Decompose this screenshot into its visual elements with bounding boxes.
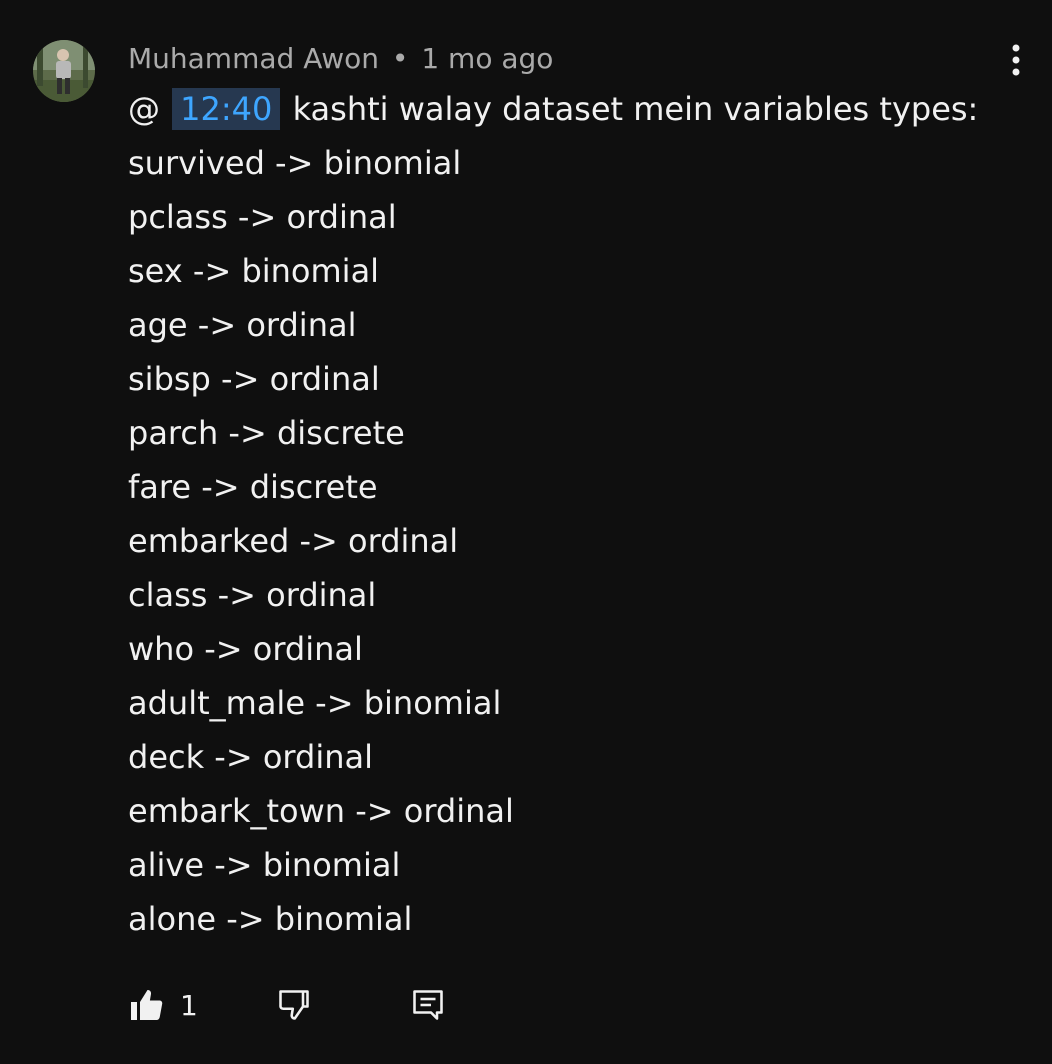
meta-separator: • (391, 42, 409, 75)
comment-line: adult_male -> binomial (128, 684, 502, 722)
comment-header: Muhammad Awon • 1 mo ago (128, 36, 988, 82)
like-count: 1 (180, 988, 198, 1022)
comment-line: age -> ordinal (128, 306, 357, 344)
reply-button[interactable] (410, 980, 446, 1030)
more-vertical-icon (1012, 44, 1020, 76)
comment-line: class -> ordinal (128, 576, 377, 614)
comment-line: embark_town -> ordinal (128, 792, 514, 830)
avatar[interactable] (33, 40, 95, 102)
like-button[interactable]: 1 (128, 980, 198, 1030)
comment-line: who -> ordinal (128, 630, 363, 668)
comment-line: alive -> binomial (128, 846, 401, 884)
avatar-image (33, 40, 95, 102)
comment-line: parch -> discrete (128, 414, 405, 452)
comment-actions: 1 (128, 980, 528, 1030)
comment-line: deck -> ordinal (128, 738, 373, 776)
author-name[interactable]: Muhammad Awon (128, 42, 379, 75)
reply-icon (413, 990, 443, 1020)
comment-line: pclass -> ordinal (128, 198, 397, 236)
comment-line: fare -> discrete (128, 468, 378, 506)
more-options-button[interactable] (996, 38, 1036, 82)
intro-text: kashti walay dataset mein variables type… (292, 90, 979, 128)
comment-content: Muhammad Awon • 1 mo ago @ 12:40 kashti … (128, 36, 988, 946)
comment-line: alone -> binomial (128, 900, 413, 938)
comment-line: survived -> binomial (128, 144, 462, 182)
comment-line-intro: @ 12:40 kashti walay dataset mein variab… (128, 82, 988, 136)
comment-line: embarked -> ordinal (128, 522, 459, 560)
timestamp-link[interactable]: 12:40 (172, 88, 281, 130)
comment-line: sex -> binomial (128, 252, 380, 290)
dislike-button[interactable] (276, 980, 312, 1030)
comment-line: sibsp -> ordinal (128, 360, 380, 398)
comment-time: 1 mo ago (421, 42, 554, 75)
thumbs-down-icon (279, 990, 309, 1020)
comment-body: @ 12:40 kashti walay dataset mein variab… (128, 82, 988, 946)
thumbs-up-icon (131, 990, 163, 1020)
comment-thread: Muhammad Awon • 1 mo ago @ 12:40 kashti … (0, 0, 1052, 1064)
mention-prefix: @ (128, 90, 160, 128)
